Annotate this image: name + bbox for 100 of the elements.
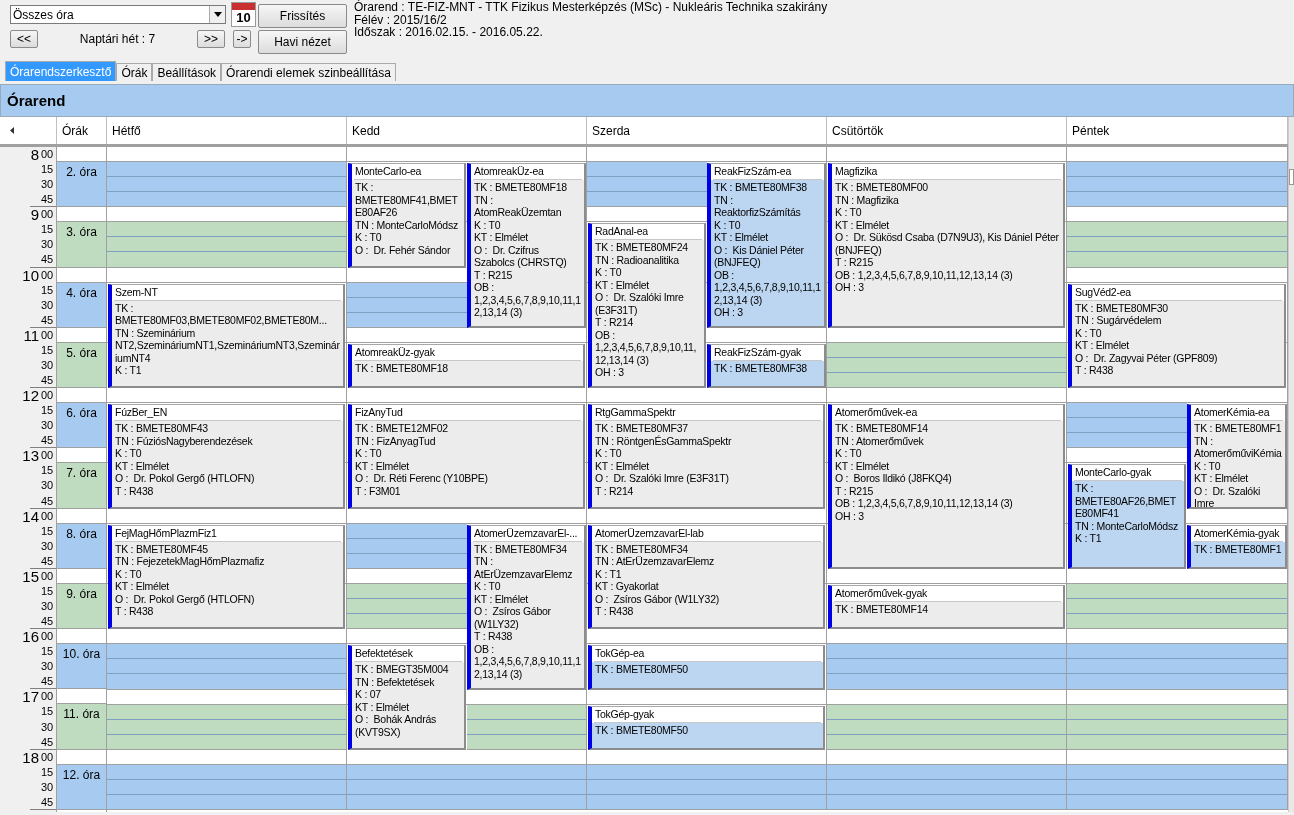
event-detail: O : Dr. Zagyvai Péter (GPF809) (1075, 351, 1218, 365)
event-detail: TK : BMETE80MF50 (595, 723, 688, 737)
event-detail: KT : Gyakorlat (595, 580, 659, 593)
event-detail: O : Boros Ildikó (J8FKQ4) (835, 472, 952, 485)
event-detail: KT : Elmélet (595, 278, 649, 292)
event-detail: TK : BMETE80MF43 (115, 422, 208, 435)
period-label: 7. óra (57, 463, 106, 509)
event-card[interactable]: MonteCarlo-gyak TK : BMETE80AF26,BMETE80MF41 TN : MonteCarloMódsz K : T1 (1068, 464, 1186, 569)
event-card[interactable]: TokGép-gyak TK : BMETE80MF50 (588, 705, 825, 750)
event-card[interactable]: ReakFizSzám-gyak TK : BMETE80MF38 (707, 343, 826, 389)
event-card[interactable]: Befektetések TK : BMEGT35M004 TN : Befektetések K : 07 KT : Elmélet O : Bohák András (KVT9SX) (348, 645, 466, 750)
hour-label: 11 (22, 327, 40, 346)
minute-label: 00 (41, 568, 54, 584)
event-detail: TK : BMETE80MF03,BMETE80MF02,BMETE80M... (115, 301, 328, 327)
tab[interactable]: Beállítások (152, 63, 222, 81)
calendar-button[interactable]: 10 (231, 2, 256, 27)
minute-label: 45 (41, 252, 54, 268)
event-detail: K : T0 (355, 231, 382, 244)
event-card[interactable]: ReakFizSzám-ea TK : BMETE80MF38 TN : ReaktorfizSzámítás K : T0 KT : Elmélet O : Kis Dániel Péter (BNJFEQ) OB : 1,2,3,4,5,6,7,8,9,10,11,12,13,14 (3) OH : 3 (707, 163, 826, 328)
period-label: 12. óra (57, 764, 106, 810)
event-detail: TK : BMETE80MF41,BMETE80AF26 (355, 181, 459, 219)
event-detail: OH : 3 (835, 509, 864, 523)
event-title: Szem-NT (114, 284, 341, 301)
event-detail: O : Dr. Pokol Gergő (HTLOFN) (115, 472, 255, 485)
event-detail: O : Dr. Szalóki Imre (E3F31T) (595, 472, 729, 485)
event-detail: TK : BMETE80MF14 (835, 422, 928, 435)
event-title: TokGép-gyak (594, 706, 821, 723)
minute-label: 45 (41, 192, 54, 208)
period-label: 10. óra (57, 644, 106, 690)
minute-label: 00 (41, 749, 54, 765)
event-detail: KT : Elmélet (355, 700, 409, 714)
period-label: 8. óra (57, 523, 106, 569)
minute-label: 15 (41, 162, 54, 178)
hour-label: 10 (21, 267, 40, 286)
event-card[interactable]: Magfizika TK : BMETE80MF00 TN : Magfizika K : T0 KT : Elmélet O : Dr. Sükösd Csaba (D7N9U3), Kis Dániel Péter (BNJFEQ) T : R215 OB : 1,2,3,4,5,6,7,8,9,10,11,12,13,14 (3) OH : 3 (828, 163, 1065, 328)
period-label: 4. óra (57, 282, 106, 328)
course-filter-dropdown[interactable]: Összes óra (10, 5, 226, 24)
day-header: Csütörtök (827, 117, 1067, 144)
event-detail: K : T0 (835, 206, 862, 219)
event-card[interactable]: FúzBer_EN TK : BMETE80MF43 TN : FúziósNagyberendezések K : T0 KT : Elmélet O : Dr. Pokol Gergő (HTLOFN) T : R438 (108, 404, 345, 509)
event-card[interactable]: MonteCarlo-ea TK : BMETE80MF41,BMETE80AF26 TN : MonteCarloMódsz K : T0 O : Dr. Fehér Sándor (348, 163, 466, 268)
event-card[interactable]: SugVéd2-ea TK : BMETE80MF30 TN : Sugárvédelem K : T0 KT : Elmélet O : Dr. Zagyvai Péter (GPF809) T : R438 (1068, 283, 1286, 389)
event-detail: TK : BMETE80MF34 (474, 542, 567, 556)
event-card[interactable]: AtomerKémia-ea TK : BMETE80MF1 TN : AtomerőműviKémia K : T0 KT : Elmélet O : Dr. Szalóki Imre (1187, 404, 1287, 509)
event-card[interactable]: AtomerKémia-gyak TK : BMETE80MF1 (1187, 524, 1287, 569)
event-card[interactable]: AtomerÜzemzavarEl-lab TK : BMETE80MF34 TN : AtErÜzemzavarElemz K : T1 KT : Gyakorlat O : Zsíros Gábor (W1LY32) T : R438 (588, 524, 825, 630)
event-card[interactable]: Atomerőművek-ea TK : BMETE80MF14 TN : Atomerőművek K : T0 KT : Elmélet O : Boros Ildikó (J8FKQ4) T : R215 OB : 1,2,3,4,5,6,7,8,9,10,11,12,13,14 (3) OH : 3 (828, 404, 1065, 569)
minute-label: 30 (41, 418, 54, 434)
event-card[interactable]: AtomerÜzemzavarEl-... TK : BMETE80MF34 TN : AtErÜzemzavarElemz K : T0 KT : Elmélet O : Zsíros Gábor (W1LY32) T : R438 OB : 1,2,3,4,5,6,7,8,9,10,11,12,13,14 (3) (467, 524, 586, 690)
event-detail: TK : BMETE80MF45 (115, 542, 208, 556)
event-card[interactable]: TokGép-ea TK : BMETE80MF50 (588, 645, 825, 690)
refresh-button[interactable]: Frissítés (258, 4, 347, 28)
event-card[interactable]: AtomreakÜz-ea TK : BMETE80MF18 TN : AtomReakÜzemtan K : T0 KT : Elmélet O : Dr. Czifrus Szabolcs (CHRSTQ) T : R215 OB : 1,2,3,4,5,6,7,8,9,10,11,12,13,14 (3) (467, 163, 586, 328)
minute-label: 30 (41, 297, 54, 313)
event-detail: TN : Befektetések (355, 675, 435, 689)
event-detail: TK : BMETE80MF37 (595, 422, 688, 435)
event-title: SugVéd2-ea (1074, 284, 1282, 301)
period-label: 9. óra (57, 583, 106, 630)
jump-button[interactable]: -> (233, 30, 251, 48)
next-week-button[interactable]: >> (197, 30, 225, 48)
event-detail: O : Dr. Czifrus Szabolcs (CHRSTQ) (474, 243, 568, 269)
event-card[interactable]: AtomreakÜz-gyak TK : BMETE80MF18 (348, 343, 585, 389)
event-detail: KT : Elmélet (355, 459, 409, 473)
minute-label: 15 (41, 764, 54, 780)
event-detail: TN : Sugárvédelem (1075, 314, 1162, 327)
event-detail: OB : 1,2,3,4,5,6,7,8,9,10,11,12,13,14 (3) (474, 642, 581, 681)
tab[interactable]: Órák (116, 63, 153, 81)
previous-week-button[interactable]: << (10, 30, 38, 48)
event-card[interactable]: RadAnal-ea TK : BMETE80MF24 TN : Radioanalitika K : T0 KT : Elmélet O : Dr. Szalóki Imre (E3F31T) T : R214 OB : 1,2,3,4,5,6,7,8,9,10,11,12,13,14 (3) OH : 3 (588, 223, 706, 389)
event-detail: OH : 3 (595, 366, 624, 379)
event-card[interactable]: FizAnyTud TK : BMETE12MF02 TN : FizAnyagTud K : T0 KT : Elmélet O : Dr. Réti Ferenc (Y10BPE) T : F3M01 (348, 404, 585, 509)
month-view-button[interactable]: Havi nézet (258, 30, 347, 54)
event-title: AtomreakÜz-gyak (354, 344, 581, 361)
event-detail: TN : MonteCarloMódsz (1075, 519, 1178, 533)
event-card[interactable]: Szem-NT TK : BMETE80MF03,BMETE80MF02,BMETE80M... TN : Szeminárium NT2,SzemináriumNT1,SzemináriumNT3,SzemináriumNT4 K : T1 (108, 283, 345, 389)
event-detail: TN : FizAnyagTud (355, 434, 436, 448)
minute-label: 15 (41, 282, 54, 298)
event-detail: KT : Elmélet (714, 231, 768, 244)
minute-label: 30 (41, 478, 54, 494)
minute-label: 00 (41, 689, 54, 705)
event-detail: TN : ReaktorfizSzámítás (714, 193, 802, 219)
minute-label: 00 (41, 327, 54, 343)
event-detail: K : T0 (835, 447, 862, 460)
event-detail: O : Bohák András (KVT9SX) (355, 713, 437, 739)
scroll-left-icon[interactable] (10, 127, 14, 134)
minute-label: 15 (41, 342, 54, 358)
event-card[interactable]: RtgGammaSpektr TK : BMETE80MF37 TN : RöntgenÉsGammaSpektr K : T0 KT : Elmélet O : Dr. Szalóki Imre (E3F31T) T : R214 (588, 404, 825, 509)
event-card[interactable]: Atomerőművek-gyak TK : BMETE80MF14 (828, 585, 1065, 630)
minute-label: 00 (41, 267, 54, 283)
schedule-info: Órarend : TE-FIZ-MNT - TTK Fizikus Mesterképzés (MSc) - Nukleáris Technika szakirány (354, 1, 828, 14)
period-label: 2. óra (57, 162, 106, 208)
minute-label: 15 (41, 222, 54, 238)
event-card[interactable]: FejMagHőmPlazmFiz1 TK : BMETE80MF45 TN : FejezetekMagHőmPlazmafiz K : T0 KT : Elmélet O : Dr. Pokol Gergő (HTLOFN) T : R438 (108, 524, 345, 630)
event-detail: O : Kis Dániel Péter (BNJFEQ) (714, 243, 805, 269)
schedule-info: Időszak : 2016.02.15. - 2016.05.22. (354, 26, 544, 39)
tab[interactable]: Órarendi elemek szinbeállítása (221, 63, 396, 81)
event-detail: OB : 1,2,3,4,5,6,7,8,9,10,11,12,13,14 (3) (714, 268, 821, 307)
event-detail: O : Dr. Sükösd Csaba (D7N9U3), Kis Dániel Péter (BNJFEQ) (835, 231, 1060, 257)
event-detail: T : R214 (595, 316, 634, 329)
event-detail: K : 07 (355, 688, 381, 701)
